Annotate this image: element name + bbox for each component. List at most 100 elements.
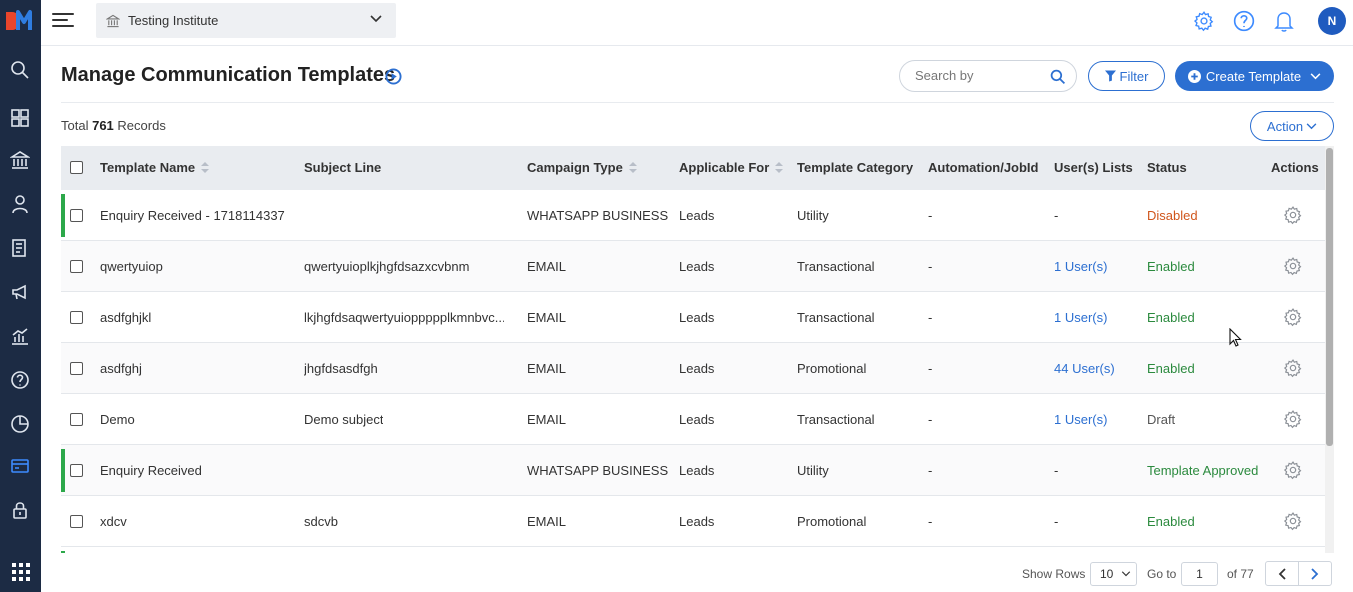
cell-campaign-type: WHATSAPP BUSINESS xyxy=(527,463,669,478)
col-subject-line: Subject Line xyxy=(304,160,381,175)
table-row[interactable]: qwertyuiop qwertyuioplkjhgfdsazxcvbnm EMAI… xyxy=(61,241,1325,292)
templates-icon[interactable] xyxy=(6,452,34,480)
chevron-down-icon xyxy=(1310,72,1321,79)
row-marker xyxy=(61,551,65,553)
cell-category: Promotional xyxy=(797,361,867,376)
row-settings-gear-icon[interactable] xyxy=(1283,256,1303,276)
megaphone-icon[interactable] xyxy=(6,278,34,306)
row-checkbox[interactable] xyxy=(70,413,83,426)
search-icon[interactable] xyxy=(1050,69,1066,85)
settings-gear-icon[interactable] xyxy=(1191,8,1217,34)
brand-logo[interactable] xyxy=(4,8,36,34)
row-settings-gear-icon[interactable] xyxy=(1283,307,1303,327)
row-settings-gear-icon[interactable] xyxy=(1283,205,1303,225)
table-row[interactable]: asdfghjkl lkjhgfdsaqwertyuioppppplkmnbvc.… xyxy=(61,292,1325,343)
cell-user-lists[interactable]: 1 User(s) xyxy=(1054,259,1107,274)
row-settings-gear-icon[interactable] xyxy=(1283,409,1303,429)
row-settings-gear-icon[interactable] xyxy=(1283,460,1303,480)
cell-subject: qwertyuioplkjhgfdsazxcvbnm xyxy=(304,259,470,274)
sort-icon[interactable] xyxy=(628,161,637,174)
goto-page-input[interactable]: 1 xyxy=(1181,562,1218,586)
table-row[interactable]: Enquiry Received WHATSAPP BUSINESS Leads Ut… xyxy=(61,445,1325,496)
sort-icon[interactable] xyxy=(775,161,784,174)
row-marker xyxy=(61,194,65,237)
cell-template-name: asdfghj xyxy=(100,361,142,376)
menu-toggle-icon[interactable] xyxy=(52,13,74,29)
cell-automation: - xyxy=(928,361,933,376)
plus-circle-icon xyxy=(1187,69,1201,83)
cell-category: Transactional xyxy=(797,310,875,325)
chevron-down-icon xyxy=(1122,571,1131,577)
show-rows-label: Show Rows xyxy=(1022,567,1086,581)
action-label: Action xyxy=(1266,118,1304,134)
cell-user-lists[interactable]: 1 User(s) xyxy=(1054,412,1107,427)
table-row[interactable]: asdfghj jhgfdsasdfgh EMAIL Leads Promotional… xyxy=(61,343,1325,394)
institute-name: Testing Institute xyxy=(128,13,219,28)
pie-chart-icon[interactable] xyxy=(6,410,34,438)
institute-selector[interactable]: Testing Institute xyxy=(96,3,396,38)
filter-button[interactable]: Filter xyxy=(1088,61,1165,91)
cell-template-name: qwertyuiop xyxy=(100,259,163,274)
cell-applicable-for: Leads xyxy=(679,310,715,325)
avatar[interactable]: N xyxy=(1318,7,1346,35)
institute-icon[interactable] xyxy=(6,146,34,174)
cell-automation: - xyxy=(928,514,933,529)
row-checkbox[interactable] xyxy=(70,260,83,273)
create-template-button[interactable]: Create Template xyxy=(1175,61,1334,91)
page-title: Manage Communication Templates xyxy=(61,64,396,86)
select-all-checkbox[interactable] xyxy=(70,161,83,174)
row-checkbox[interactable] xyxy=(70,311,83,324)
cell-template-name: asdfghjkl xyxy=(100,310,152,325)
table-row[interactable]: xdcv sdcvb EMAIL Leads Promotional - - Enabled xyxy=(61,496,1325,547)
search-icon[interactable] xyxy=(6,56,34,84)
table-row[interactable] xyxy=(61,547,1325,553)
search-input[interactable] xyxy=(915,68,1045,83)
row-checkbox[interactable] xyxy=(70,464,83,477)
play-video-icon[interactable] xyxy=(385,68,402,88)
dashboard-icon[interactable] xyxy=(6,104,34,132)
col-campaign-type[interactable]: Campaign Type xyxy=(527,160,637,175)
cell-user-lists[interactable]: 44 User(s) xyxy=(1054,361,1115,376)
row-checkbox[interactable] xyxy=(70,209,83,222)
user-icon[interactable] xyxy=(6,190,34,218)
total-prefix: Total xyxy=(61,118,89,133)
apps-grid-icon[interactable] xyxy=(0,552,41,592)
cell-automation: - xyxy=(928,208,933,223)
row-settings-gear-icon[interactable] xyxy=(1283,511,1303,531)
cell-category: Utility xyxy=(797,208,829,223)
row-checkbox[interactable] xyxy=(70,515,83,528)
cell-subject: Demo subject xyxy=(304,412,384,427)
cell-user-lists[interactable]: 1 User(s) xyxy=(1054,310,1107,325)
top-bar: Testing Institute N xyxy=(41,0,1353,46)
cell-applicable-for: Leads xyxy=(679,361,715,376)
scrollbar-thumb[interactable] xyxy=(1326,148,1333,446)
table-row[interactable]: Demo Demo subject EMAIL Leads Transactional -… xyxy=(61,394,1325,445)
col-label: Template Name xyxy=(100,160,196,175)
chevron-right-icon xyxy=(1311,567,1319,580)
prev-page-button[interactable] xyxy=(1265,561,1299,586)
notification-bell-icon[interactable] xyxy=(1271,8,1297,34)
table-scrollbar[interactable] xyxy=(1325,146,1334,553)
help-circle-icon[interactable] xyxy=(1231,8,1257,34)
cell-subject: jhgfdsasdfgh xyxy=(304,361,378,376)
col-applicable-for[interactable]: Applicable For xyxy=(679,160,784,175)
table-row[interactable]: Enquiry Received - 1718114337 WHATSAPP BU… xyxy=(61,190,1325,241)
help-icon[interactable] xyxy=(6,366,34,394)
sort-icon[interactable] xyxy=(201,161,210,174)
row-checkbox[interactable] xyxy=(70,362,83,375)
forms-icon[interactable] xyxy=(6,234,34,262)
cell-automation: - xyxy=(928,259,933,274)
rows-per-page-select[interactable]: 10 xyxy=(1090,562,1137,586)
funnel-icon xyxy=(1104,70,1116,82)
analytics-icon[interactable] xyxy=(6,322,34,350)
next-page-button[interactable] xyxy=(1298,561,1332,586)
row-settings-gear-icon[interactable] xyxy=(1283,358,1303,378)
search-box[interactable] xyxy=(899,60,1077,92)
cell-campaign-type: EMAIL xyxy=(527,310,567,325)
lock-icon[interactable] xyxy=(6,496,34,524)
action-button[interactable]: Action xyxy=(1250,111,1334,141)
col-template-name[interactable]: Template Name xyxy=(100,160,210,175)
filter-label: Filter xyxy=(1119,68,1149,84)
cell-applicable-for: Leads xyxy=(679,208,715,223)
cell-campaign-type: EMAIL xyxy=(527,361,567,376)
